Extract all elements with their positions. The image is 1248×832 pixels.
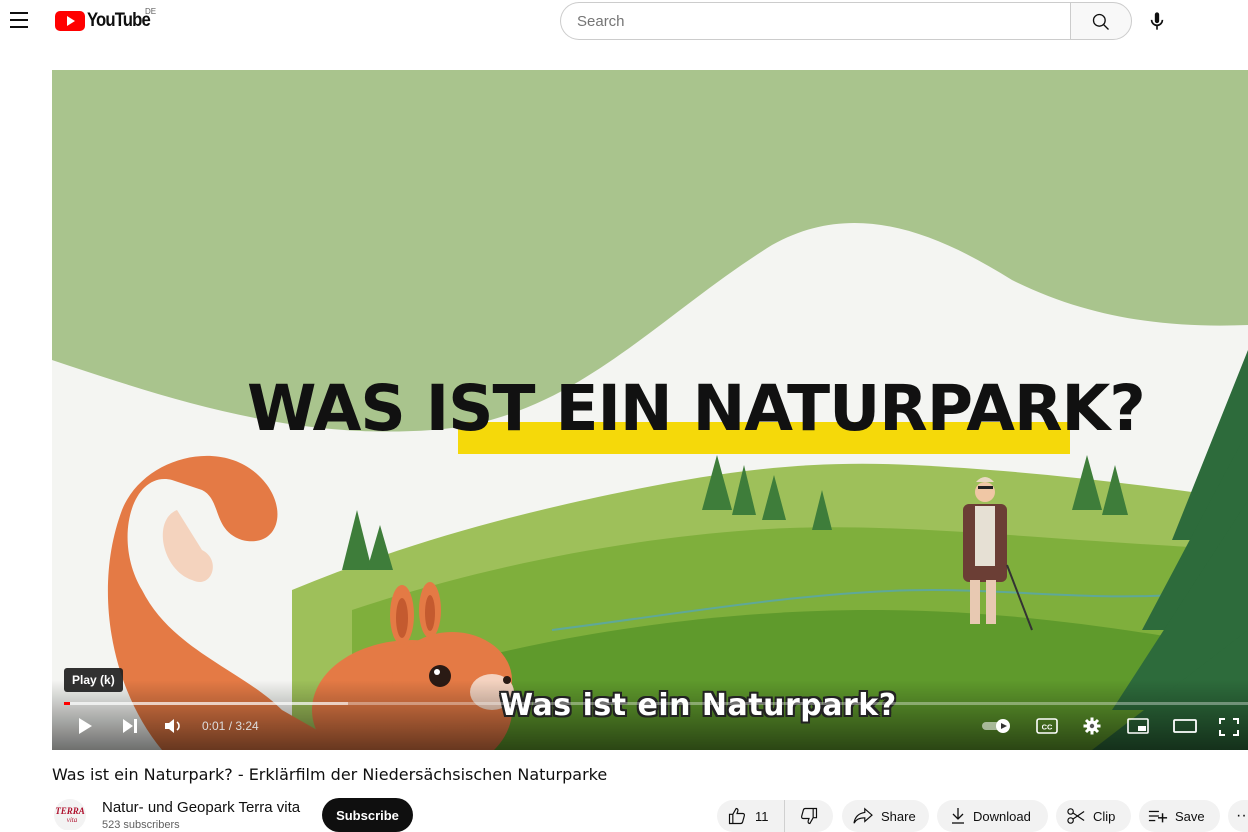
video-title: Was ist ein Naturpark? - Erklärfilm der … (52, 765, 608, 784)
logo-text: YouTube (87, 10, 151, 31)
country-code: DE (145, 7, 157, 16)
like-count: 11 (755, 808, 769, 824)
share-button[interactable]: Share (842, 800, 929, 832)
theater-mode-button[interactable] (1173, 718, 1197, 734)
dislike-button[interactable] (785, 800, 833, 832)
svg-text:vita: vita (67, 816, 78, 824)
play-button[interactable] (76, 717, 94, 735)
svg-text:TERRA: TERRA (55, 806, 85, 816)
share-arrow-icon (853, 807, 873, 824)
fullscreen-button[interactable] (1219, 718, 1239, 736)
progress-bar[interactable] (64, 702, 1248, 705)
subtitles-cc-button[interactable]: CC (1036, 718, 1058, 734)
more-dots-icon: ··· (1236, 807, 1248, 824)
subscribe-button[interactable]: Subscribe (322, 798, 413, 832)
channel-name[interactable]: Natur- und Geopark Terra vita (102, 799, 300, 816)
progress-played (64, 702, 70, 705)
thumbs-up-icon (728, 807, 745, 825)
voice-search-button[interactable] (1144, 8, 1170, 34)
svg-text:CC: CC (1042, 723, 1053, 732)
like-button[interactable]: 11 (717, 800, 785, 832)
more-actions-button[interactable]: ··· (1228, 800, 1248, 832)
save-button[interactable]: Save (1139, 800, 1220, 832)
next-button[interactable] (121, 718, 139, 734)
hamburger-menu-icon[interactable] (10, 12, 32, 30)
download-icon (952, 808, 964, 824)
search-icon (1092, 13, 1109, 30)
masthead: YouTube DE (0, 0, 1248, 42)
search-button[interactable] (1070, 2, 1132, 40)
subscriber-count: 523 subscribers (102, 819, 180, 831)
channel-avatar[interactable]: TERRA vita (52, 798, 92, 830)
youtube-logo[interactable]: YouTube (55, 10, 158, 32)
play-tooltip: Play (k) (64, 668, 123, 692)
time-display: 0:01 / 3:24 (202, 719, 259, 733)
search-input[interactable] (560, 2, 1070, 40)
video-player[interactable]: WAS IST EIN NATURPARK? Play (k) Was ist … (52, 70, 1248, 750)
clip-button[interactable]: Clip (1056, 800, 1131, 832)
video-title-overlay: WAS IST EIN NATURPARK? (247, 372, 1146, 445)
download-label: Download (973, 808, 1031, 824)
playlist-add-icon (1148, 810, 1168, 823)
miniplayer-button[interactable] (1127, 718, 1149, 734)
youtube-play-icon (55, 11, 85, 31)
like-dislike-group: 11 (717, 800, 833, 832)
volume-button[interactable] (163, 717, 185, 735)
subtitle-caption: Was ist ein Naturpark? (500, 688, 897, 723)
scissors-icon (1067, 808, 1085, 824)
download-button[interactable]: Download (937, 800, 1048, 832)
microphone-icon (1150, 12, 1164, 30)
settings-gear-icon[interactable] (1083, 717, 1101, 735)
clip-label: Clip (1093, 808, 1116, 824)
thumbs-down-icon (801, 807, 818, 825)
autoplay-toggle[interactable] (981, 718, 1013, 734)
save-label: Save (1175, 808, 1205, 824)
progress-buffered (64, 702, 349, 705)
share-label: Share (881, 808, 916, 824)
